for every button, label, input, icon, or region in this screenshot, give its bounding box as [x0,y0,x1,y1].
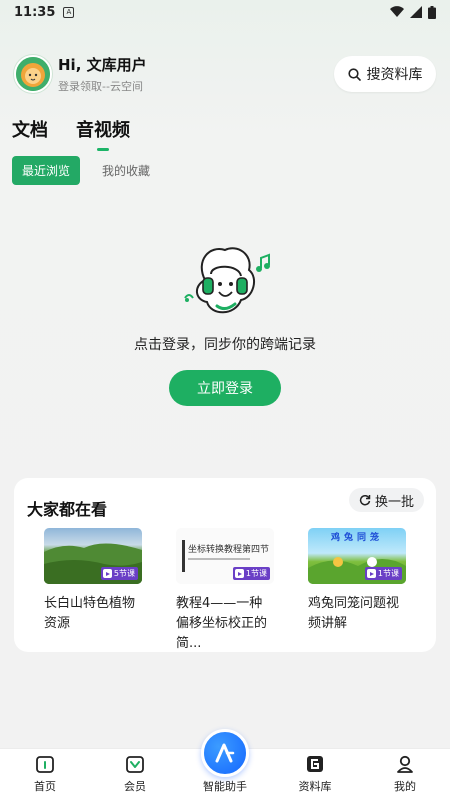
play-icon [234,569,244,578]
empty-state: 点击登录，同步你的跨端记录 立即登录 [0,240,450,406]
lesson-count-badge: 5节课 [100,567,138,580]
lion-mascot-icon [16,57,50,91]
user-info[interactable]: Hi, 文库用户 登录领取--云空间 [58,54,147,94]
notification-icon: A [63,6,75,18]
video-card-title: 长白山特色植物资源 [44,596,136,631]
login-button[interactable]: 立即登录 [169,370,281,406]
nav-assistant[interactable]: 智能助手 [180,729,270,800]
search-icon [347,67,361,81]
search-button[interactable]: 搜资料库 [334,56,436,92]
greeting-text: Hi, 文库用户 [58,56,147,74]
tab-documents[interactable]: 文档 [12,116,48,142]
signal-icon [410,6,422,18]
nav-library-label: 资料库 [298,780,332,793]
status-icons [390,5,436,19]
library-icon [305,753,325,775]
video-card[interactable]: 坐标转换教程第四节 1节课 教程4——一种偏移坐标校正的简... [176,528,274,654]
nav-library[interactable]: 资料库 [270,749,360,800]
popular-section: 大家都在看 换一批 5节课 长白山特色植物资源 坐标转换教程第四节 1节课 教程… [14,478,436,652]
bottom-nav: 首页 会员 智能助手 资料库 我的 [0,729,450,800]
battery-icon [428,5,436,19]
login-hint-text: 登录领取--云空间 [58,80,143,93]
refresh-button[interactable]: 换一批 [348,488,424,512]
avatar[interactable] [14,55,52,93]
wifi-icon [390,6,404,18]
refresh-icon [359,494,371,506]
lion-headphones-illustration [184,247,270,314]
video-thumbnail: 5节课 [44,528,142,584]
video-thumbnail: 鸡兔同笼 1节课 [308,528,406,584]
status-bar: 11:35 A [0,0,450,24]
nav-vip[interactable]: 会员 [90,749,180,800]
status-time: 11:35 [14,4,56,20]
tab-audio-video[interactable]: 音视频 [76,116,130,142]
refresh-label: 换一批 [374,494,414,510]
popular-title: 大家都在看 [27,500,108,519]
nav-assistant-label: 智能助手 [203,780,247,793]
main-tabs: 文档 音视频 [12,116,130,142]
subtab-favorites[interactable]: 我的收藏 [92,156,160,185]
vip-icon [125,753,145,775]
lesson-count-badge: 1节课 [364,567,402,580]
lesson-count-badge: 1节课 [232,567,270,580]
play-icon [366,569,376,578]
nav-home-label: 首页 [34,780,56,793]
play-icon [102,569,112,578]
empty-state-message: 点击登录，同步你的跨端记录 [134,337,316,353]
video-card[interactable]: 5节课 长白山特色植物资源 [44,528,142,634]
nav-profile-label: 我的 [394,780,416,793]
assistant-icon [201,729,249,777]
profile-icon [395,753,415,775]
nav-profile[interactable]: 我的 [360,749,450,800]
sub-tabs: 最近浏览 我的收藏 [12,156,160,185]
thumbnail-caption: 鸡兔同笼 [330,533,383,543]
video-card[interactable]: 鸡兔同笼 1节课 鸡兔同笼问题视频讲解 [308,528,406,634]
video-card-title: 教程4——一种偏移坐标校正的简... [176,596,268,651]
header: Hi, 文库用户 登录领取--云空间 搜资料库 [14,52,436,96]
video-thumbnail: 坐标转换教程第四节 1节课 [176,528,274,584]
nav-vip-label: 会员 [124,780,146,793]
video-card-title: 鸡兔同笼问题视频讲解 [308,596,400,631]
subtab-recent[interactable]: 最近浏览 [12,156,81,185]
thumbnail-caption: 坐标转换教程第四节 [188,545,270,555]
home-icon [35,753,55,775]
nav-home[interactable]: 首页 [0,749,90,800]
search-button-label: 搜资料库 [366,67,423,83]
